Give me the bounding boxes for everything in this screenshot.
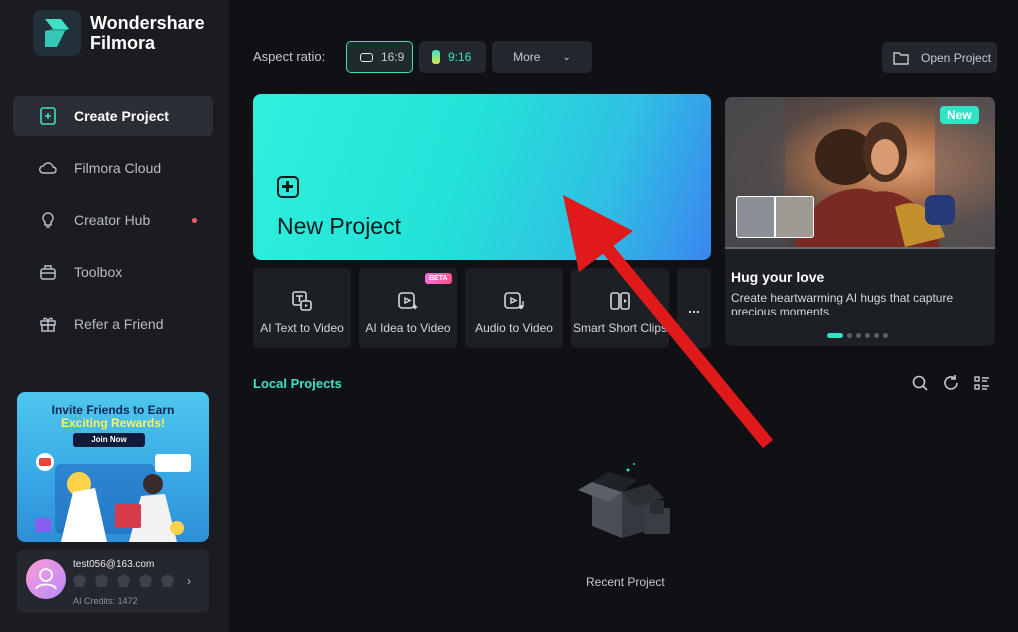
empty-box-icon: [578, 463, 670, 538]
sidebar-item-label: Refer a Friend: [74, 316, 164, 332]
featured-card[interactable]: New Hug your love Create heartwarming AI…: [725, 97, 995, 346]
chevron-right-icon: ›: [187, 574, 191, 588]
featured-title: Hug your love: [731, 269, 825, 285]
aspect-16-9-button[interactable]: 16:9: [346, 41, 413, 73]
user-icon: [35, 568, 57, 590]
carousel-dot[interactable]: [883, 333, 888, 338]
account-email: test056@163.com: [73, 559, 155, 570]
brand-line-2: Filmora: [90, 33, 156, 53]
carousel-dot[interactable]: [856, 333, 861, 338]
list-view-icon[interactable]: [973, 374, 991, 392]
account-card[interactable]: test056@163.com AI Credits: 1472 ›: [17, 550, 209, 613]
badge-icon: [73, 574, 86, 587]
toolbox-icon: [40, 265, 56, 280]
badge-icon: [161, 574, 174, 587]
more-tools-button[interactable]: ...: [677, 268, 711, 348]
carousel-dot[interactable]: [874, 333, 879, 338]
tool-label: Smart Short Clips: [572, 321, 668, 335]
badge-icon: [117, 574, 130, 587]
promo-illustration: [35, 453, 191, 542]
cloud-icon: [39, 162, 57, 174]
new-badge: New: [940, 106, 979, 124]
new-project-card[interactable]: New Project: [253, 94, 711, 260]
brand-name: Wondershare Filmora: [90, 13, 205, 53]
ai-credits: AI Credits: 1472: [73, 596, 138, 606]
portrait-ratio-icon: [432, 50, 440, 64]
audio-to-video-icon: [504, 292, 524, 309]
brand-line-1: Wondershare: [90, 13, 205, 33]
membership-badges: [73, 574, 174, 587]
notification-dot: [192, 218, 197, 223]
tool-smart-short-clips[interactable]: Smart Short Clips: [571, 268, 669, 348]
sidebar-nav: Create Project Filmora Cloud Creator Hub…: [13, 96, 213, 356]
create-project-icon: [40, 107, 56, 125]
sidebar: Wondershare Filmora Create Project Filmo…: [0, 0, 229, 632]
carousel-dots[interactable]: [827, 333, 888, 338]
avatar: [26, 559, 66, 599]
aspect-9-16-button[interactable]: 9:16: [419, 41, 486, 73]
featured-description: Create heartwarming AI hugs that capture…: [731, 291, 954, 315]
sidebar-item-toolbox[interactable]: Toolbox: [13, 252, 213, 292]
empty-state-label: Recent Project: [586, 575, 665, 589]
landscape-ratio-icon: [360, 52, 373, 62]
sidebar-item-filmora-cloud[interactable]: Filmora Cloud: [13, 148, 213, 188]
search-icon[interactable]: [911, 374, 929, 392]
open-project-label: Open Project: [921, 50, 992, 65]
sidebar-item-refer-a-friend[interactable]: Refer a Friend: [13, 304, 213, 344]
carousel-dot[interactable]: [847, 333, 852, 338]
filmora-logo-icon: [33, 10, 81, 56]
lightbulb-icon: [42, 212, 54, 228]
carousel-dot[interactable]: [865, 333, 870, 338]
aspect-more-dropdown[interactable]: More ⌄: [492, 41, 592, 73]
tool-ai-text-to-video[interactable]: AI Text to Video: [253, 268, 351, 348]
refresh-icon[interactable]: [942, 374, 960, 392]
sidebar-item-label: Toolbox: [74, 264, 123, 280]
aspect-option-label: 16:9: [381, 50, 405, 64]
aspect-option-label: 9:16: [448, 50, 472, 64]
sidebar-item-creator-hub[interactable]: Creator Hub: [13, 200, 213, 240]
sidebar-item-label: Filmora Cloud: [74, 160, 162, 176]
smart-clips-icon: [610, 292, 630, 310]
new-project-label: New Project: [277, 213, 401, 239]
tool-ai-idea-to-video[interactable]: BETA AI Idea to Video: [359, 268, 457, 348]
aspect-ratio-label: Aspect ratio:: [253, 49, 326, 64]
open-project-button[interactable]: Open Project: [882, 42, 997, 73]
plus-icon: [277, 176, 299, 198]
chevron-down-icon: ⌄: [562, 51, 571, 63]
tool-label: AI Idea to Video: [365, 321, 451, 335]
sidebar-item-label: Create Project: [74, 108, 169, 124]
carousel-dot[interactable]: [827, 333, 843, 338]
text-to-video-icon: [292, 291, 312, 311]
sidebar-item-label: Creator Hub: [74, 212, 151, 228]
tool-label: AI Text to Video: [260, 321, 344, 335]
folder-icon: [893, 51, 909, 65]
filmora-logo: Wondershare Filmora: [33, 10, 205, 56]
tool-audio-to-video[interactable]: Audio to Video: [465, 268, 563, 348]
featured-divider: [725, 247, 995, 249]
local-projects-actions: [911, 374, 991, 392]
sidebar-item-create-project[interactable]: Create Project: [13, 96, 213, 136]
referral-promo-banner[interactable]: Invite Friends to Earn Exciting Rewards!…: [17, 392, 209, 542]
aspect-option-label: More: [513, 50, 541, 64]
idea-to-video-icon: [398, 292, 418, 310]
featured-thumbnails: [736, 196, 814, 238]
local-projects-title: Local Projects: [253, 376, 342, 391]
beta-badge: BETA: [425, 273, 452, 284]
badge-icon: [139, 574, 152, 587]
badge-icon: [95, 574, 108, 587]
tool-label: Audio to Video: [475, 321, 553, 335]
gift-icon: [40, 317, 56, 332]
